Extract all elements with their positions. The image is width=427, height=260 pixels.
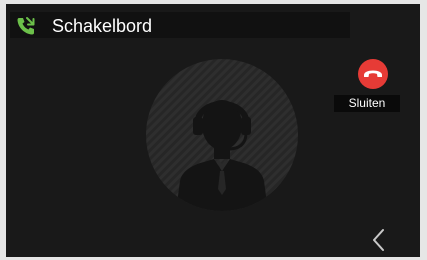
- phone-hangup-icon: [364, 70, 382, 77]
- hangup-label[interactable]: Sluiten: [334, 95, 400, 112]
- operator-headset-icon: [146, 59, 298, 211]
- hangup-button[interactable]: Sluiten: [334, 59, 400, 114]
- page-title: Schakelbord: [52, 16, 153, 36]
- operator-avatar: [146, 59, 298, 211]
- chevron-left-icon: [373, 229, 384, 251]
- back-button[interactable]: [368, 226, 390, 254]
- phone-icon: [16, 16, 36, 36]
- hangup-button-circle[interactable]: [358, 59, 388, 89]
- call-screen: Schakelbord Sluiten: [6, 4, 420, 257]
